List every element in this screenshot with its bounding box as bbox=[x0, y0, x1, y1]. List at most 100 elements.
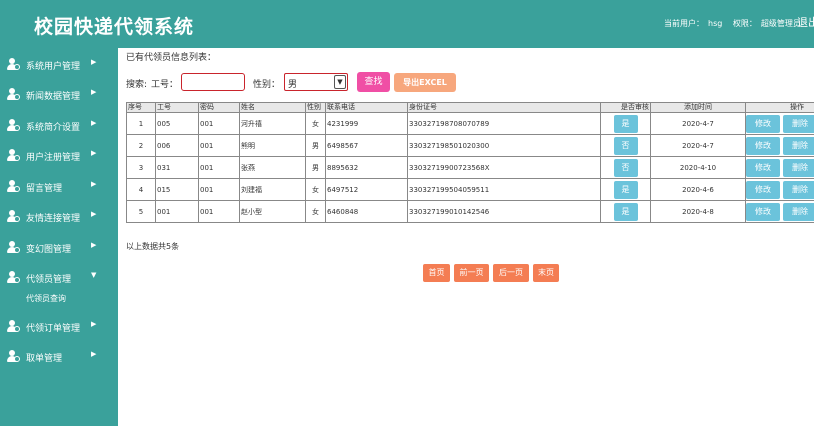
cell-name: 熊明 bbox=[239, 134, 306, 157]
logout-link[interactable]: 退出 bbox=[797, 14, 814, 30]
find-button[interactable]: 查找 bbox=[357, 72, 390, 92]
chevron-right-icon: ▶ bbox=[91, 350, 97, 358]
cell-name: 赵小型 bbox=[239, 200, 306, 223]
audit-button[interactable]: 是 bbox=[613, 180, 638, 199]
chevron-right-icon: ▶ bbox=[91, 58, 97, 66]
cell-id: 031 bbox=[155, 156, 199, 179]
cell-time: 2020-4-7 bbox=[650, 112, 746, 135]
cell-phone: 6498567 bbox=[325, 134, 408, 157]
table-row: 4 015 001 刘建福 女 6497512 3303271995040595… bbox=[126, 178, 814, 201]
delete-button[interactable]: 删除 bbox=[783, 180, 814, 199]
sidebar-item-pickups[interactable]: 取单管理 ▶ bbox=[0, 347, 118, 367]
audit-button[interactable]: 是 bbox=[613, 202, 638, 221]
cell-idcard: 330327199010142546 bbox=[407, 200, 601, 223]
cell-idcard: 330327198708070789 bbox=[407, 112, 601, 135]
cell-no: 4 bbox=[126, 178, 156, 201]
current-user: hsg bbox=[708, 19, 723, 28]
sidebar-item-news[interactable]: 新闻数据管理 ▶ bbox=[0, 85, 118, 105]
col-header-no: 序号 bbox=[126, 102, 156, 113]
cell-id: 001 bbox=[155, 200, 199, 223]
chevron-right-icon: ▶ bbox=[91, 241, 97, 249]
sidebar-item-system-users[interactable]: 系统用户管理 ▶ bbox=[0, 55, 118, 75]
edit-button[interactable]: 修改 bbox=[746, 136, 780, 155]
sidebar-item-label: 代领员管理 bbox=[26, 275, 72, 285]
cell-password: 001 bbox=[198, 156, 240, 179]
cell-password: 001 bbox=[198, 178, 240, 201]
sidebar-item-label: 新闻数据管理 bbox=[26, 92, 81, 102]
edit-button[interactable]: 修改 bbox=[746, 180, 780, 199]
edit-button[interactable]: 修改 bbox=[746, 202, 780, 221]
cell-phone: 4231999 bbox=[325, 112, 408, 135]
next-page-button[interactable]: 后一页 bbox=[493, 264, 529, 282]
list-caption: 已有代领员信息列表： bbox=[126, 53, 217, 63]
role-label: 权限： bbox=[732, 19, 757, 28]
cell-id: 015 bbox=[155, 178, 199, 201]
sidebar-item-couriers[interactable]: 代领员管理 ▼ bbox=[0, 268, 118, 288]
table-header-row: 序号 工号 密码 姓名 性别 联系电话 身份证号 是否审核 添加时间 操作 bbox=[126, 102, 814, 113]
delete-button[interactable]: 删除 bbox=[783, 114, 814, 133]
gender-select[interactable]: 男 ▼ bbox=[284, 73, 348, 91]
user-gear-icon bbox=[7, 271, 20, 283]
record-total: 以上数据共5条 bbox=[126, 242, 180, 251]
gender-label: 性别： bbox=[253, 80, 281, 90]
sidebar-item-links[interactable]: 友情连接管理 ▶ bbox=[0, 207, 118, 227]
chevron-right-icon: ▶ bbox=[91, 180, 97, 188]
chevron-right-icon: ▶ bbox=[91, 210, 97, 218]
main-content: 已有代领员信息列表： 搜索: 工号： 性别： 男 ▼ 查找 导出EXCEL 序号… bbox=[118, 48, 814, 426]
table-row: 2 006 001 熊明 男 6498567 33032719850102030… bbox=[126, 134, 814, 157]
col-header-phone: 联系电话 bbox=[325, 102, 408, 113]
cell-actions: 修改 删除 bbox=[745, 178, 814, 201]
sidebar-item-orders[interactable]: 代领订单管理 ▶ bbox=[0, 317, 118, 337]
user-gear-icon bbox=[7, 241, 20, 253]
cell-idcard: 330327198501020300 bbox=[407, 134, 601, 157]
edit-button[interactable]: 修改 bbox=[746, 114, 780, 133]
search-bar: 搜索: 工号： 性别： 男 ▼ 查找 导出EXCEL bbox=[126, 72, 586, 93]
prev-page-button[interactable]: 前一页 bbox=[454, 264, 489, 282]
cell-gender: 女 bbox=[305, 178, 326, 201]
app-title: 校园快递代领系统 bbox=[34, 16, 195, 38]
user-gear-icon bbox=[7, 210, 20, 222]
user-info: 当前用户： hsg 权限： 超级管理员 bbox=[664, 18, 805, 29]
sidebar-subitem-courier-query[interactable]: 代领员查询 bbox=[26, 293, 66, 304]
cell-no: 3 bbox=[126, 156, 156, 179]
cell-name: 刘建福 bbox=[239, 178, 306, 201]
audit-button[interactable]: 否 bbox=[613, 136, 638, 155]
delete-button[interactable]: 删除 bbox=[783, 202, 814, 221]
first-page-button[interactable]: 首页 bbox=[423, 264, 450, 282]
delete-button[interactable]: 删除 bbox=[783, 136, 814, 155]
sidebar-item-label: 友情连接管理 bbox=[26, 214, 81, 224]
cell-audit: 否 bbox=[600, 134, 651, 157]
sidebar-item-user-registration[interactable]: 用户注册管理 ▶ bbox=[0, 146, 118, 166]
cell-time: 2020-4-7 bbox=[650, 134, 746, 157]
col-header-actions: 操作 bbox=[745, 102, 814, 113]
export-excel-button[interactable]: 导出EXCEL bbox=[394, 73, 456, 92]
cell-idcard: 330327199504059511 bbox=[407, 178, 601, 201]
table-row: 3 031 001 张燕 男 8895632 33032719900723568… bbox=[126, 156, 814, 179]
sidebar-item-label: 留言管理 bbox=[26, 184, 63, 194]
cell-actions: 修改 删除 bbox=[745, 200, 814, 223]
sidebar-item-intro-settings[interactable]: 系统简介设置 ▶ bbox=[0, 116, 118, 136]
id-label: 工号： bbox=[151, 80, 179, 90]
cell-id: 005 bbox=[155, 112, 199, 135]
user-gear-icon bbox=[7, 320, 20, 332]
user-gear-icon bbox=[7, 149, 20, 161]
edit-button[interactable]: 修改 bbox=[746, 158, 780, 177]
audit-button[interactable]: 否 bbox=[613, 158, 638, 177]
chevron-right-icon: ▶ bbox=[91, 88, 97, 96]
chevron-right-icon: ▶ bbox=[91, 119, 97, 127]
user-gear-icon bbox=[7, 88, 20, 100]
role: 超级管理员 bbox=[760, 19, 801, 28]
delete-button[interactable]: 删除 bbox=[783, 158, 814, 177]
audit-button[interactable]: 是 bbox=[613, 114, 638, 133]
sidebar-item-messages[interactable]: 留言管理 ▶ bbox=[0, 177, 118, 197]
user-gear-icon bbox=[7, 58, 20, 70]
cell-no: 1 bbox=[126, 112, 156, 135]
sidebar-item-banners[interactable]: 变幻图管理 ▶ bbox=[0, 238, 118, 258]
cell-time: 2020-4-10 bbox=[650, 156, 746, 179]
id-search-input[interactable] bbox=[181, 73, 245, 91]
last-page-button[interactable]: 末页 bbox=[533, 264, 559, 282]
cell-audit: 是 bbox=[600, 200, 651, 223]
user-gear-icon bbox=[7, 180, 20, 192]
sidebar-item-label: 代领订单管理 bbox=[26, 324, 81, 334]
search-label: 搜索: bbox=[126, 80, 148, 90]
